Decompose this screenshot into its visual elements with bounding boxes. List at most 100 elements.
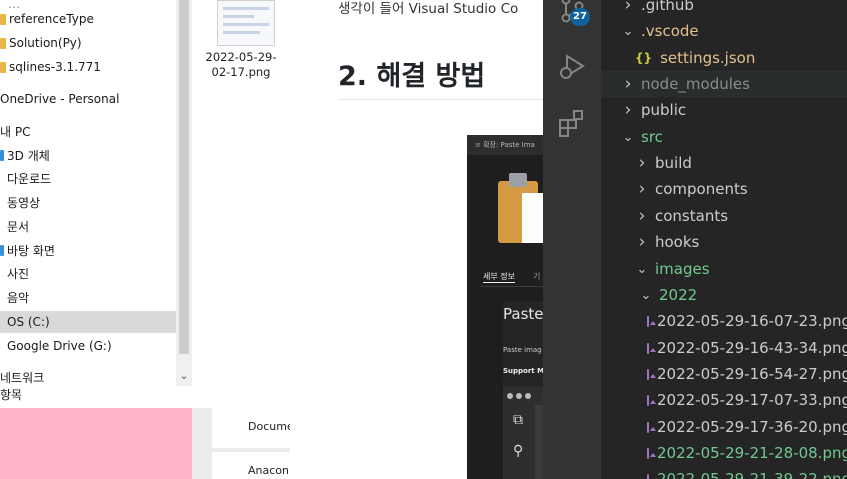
tree-item-label: settings.json <box>660 49 756 67</box>
file-name-line1: 2022-05-29- <box>205 50 277 64</box>
tree-item-vscode[interactable]: ⌄ .vscode <box>601 18 847 44</box>
nav-item-label: 사진 <box>7 266 30 281</box>
tree-item-label: 2022-05-29-21-28-08.png <box>657 444 847 462</box>
chevron-right-icon: › <box>624 0 632 15</box>
nav-item-onedrive[interactable]: OneDrive - Personal <box>0 88 119 110</box>
image-file-icon <box>647 473 656 479</box>
clipboard-clip-icon <box>509 173 527 187</box>
tree-item-label: 2022-05-29-16-07-23.png <box>657 312 847 330</box>
explorer-navigation-pane: ⋯ referenceType Solution(Py) sqlines-3.1… <box>0 0 192 408</box>
extensions-icon[interactable] <box>553 104 591 142</box>
chevron-right-icon: › <box>638 179 646 199</box>
status-item-count-label: 항목 <box>0 388 23 402</box>
cube-icon <box>0 149 4 161</box>
image-file-thumbnail[interactable] <box>217 0 275 46</box>
nav-item-desktop[interactable]: 바탕 화면 <box>0 239 55 261</box>
chevron-down-icon: ⌄ <box>622 129 634 145</box>
desktop-icon <box>0 244 4 256</box>
tree-item-constants[interactable]: › constants <box>601 203 847 229</box>
image-file-icon <box>647 421 656 433</box>
tree-item-label: 2022-05-29-17-07-33.png <box>657 391 847 409</box>
folder-icon <box>0 61 6 73</box>
tree-item-public[interactable]: › public <box>601 97 847 123</box>
vscode-activity-bar <box>543 0 601 479</box>
tree-item-images[interactable]: ⌄ images <box>601 256 847 282</box>
run-and-debug-icon[interactable] <box>553 47 591 85</box>
explorer-scrollbar-thumb[interactable] <box>179 0 189 354</box>
tree-item-components[interactable]: › components <box>601 176 847 202</box>
source-control-badge: 27 <box>570 8 590 26</box>
desktop-item-anaconda[interactable]: Anacon <box>212 452 290 479</box>
tree-item-github[interactable]: › .github <box>601 0 847 18</box>
nav-item-pictures[interactable]: 사진 <box>0 262 29 284</box>
tree-item-2022-05-29-16-43-34-png[interactable]: 2022-05-29-16-43-34.png <box>601 335 847 361</box>
nav-item-label: OneDrive - Personal <box>0 92 120 106</box>
nav-item-3d-objects[interactable]: 3D 개체 <box>0 144 50 166</box>
nav-item-solution-py[interactable]: Solution(Py) <box>0 32 82 54</box>
nav-item-os-c[interactable]: OS (C:) <box>0 311 176 333</box>
screenshot-titlebar: ≡ 확장: Paste Ima <box>467 135 543 155</box>
tree-item-2022-05-29-17-36-20-png[interactable]: 2022-05-29-17-36-20.png <box>601 414 847 440</box>
paper-icon <box>522 193 543 243</box>
nav-item-downloads[interactable]: 다운로드 <box>0 167 51 189</box>
blog-article: 생각이 들어 Visual Studio Co 2. 해결 방법 ≡ 확장: P… <box>290 0 543 479</box>
nav-item-label: OS (C:) <box>7 315 50 329</box>
tree-item-2022[interactable]: ⌄ 2022 <box>601 282 847 308</box>
image-file-icon <box>647 342 656 354</box>
nav-item-music[interactable]: 음악 <box>0 286 29 308</box>
tree-item-build[interactable]: › build <box>601 150 847 176</box>
chevron-down-icon[interactable]: ⌄ <box>176 368 192 384</box>
tree-item-label: .vscode <box>641 22 699 40</box>
article-paragraph: 생각이 들어 Visual Studio Co <box>338 1 519 17</box>
drive-icon <box>0 316 4 328</box>
screenshot-extension-description: Paste imag <box>503 346 542 354</box>
nav-item-label: 네트워크 <box>0 370 45 385</box>
tree-item-label: hooks <box>655 233 700 251</box>
tree-item-2022-05-29-21-39-22-png[interactable]: 2022-05-29-21-39-22.png <box>601 466 847 479</box>
chevron-down-icon: ⌄ <box>622 23 634 39</box>
tree-item-settings-json[interactable]: {} settings.json <box>601 45 847 71</box>
desktop: ⋯ referenceType Solution(Py) sqlines-3.1… <box>0 0 847 479</box>
tree-item-hooks[interactable]: › hooks <box>601 229 847 255</box>
tree-item-label: public <box>641 101 687 119</box>
nav-item-label: 동영상 <box>7 195 41 210</box>
nav-item-google-drive[interactable]: Google Drive (G:) <box>0 335 112 357</box>
nav-item-label: Google Drive (G:) <box>7 339 112 353</box>
screenshot-editor-strip <box>535 405 543 479</box>
chevron-right-icon: › <box>638 206 646 226</box>
tree-item-label: build <box>655 154 692 172</box>
nav-item-sqlines[interactable]: sqlines-3.1.771 <box>0 56 101 78</box>
tree-item-2022-05-29-16-54-27-png[interactable]: 2022-05-29-16-54-27.png <box>601 361 847 387</box>
chevron-right-icon: › <box>624 74 632 94</box>
tree-item-src[interactable]: ⌄ src <box>601 124 847 150</box>
tree-item-label: node_modules <box>641 75 750 93</box>
folder-icon <box>0 37 6 49</box>
nav-item-network[interactable]: 네트워크 <box>0 366 44 388</box>
tree-item-label: images <box>655 260 710 278</box>
desktop-item-documents[interactable]: Docume <box>212 408 290 448</box>
tree-item-2022-05-29-21-28-08-png[interactable]: 2022-05-29-21-28-08.png <box>601 440 847 466</box>
chevron-right-icon: › <box>624 100 632 120</box>
video-icon <box>0 196 4 208</box>
folder-icon <box>0 13 6 25</box>
nav-item-this-pc[interactable]: 내 PC <box>0 120 30 142</box>
file-name-line2: 02-17.png <box>211 65 271 79</box>
heading-divider <box>338 99 543 100</box>
tree-item-2022-05-29-17-07-33-png[interactable]: 2022-05-29-17-07-33.png <box>601 387 847 413</box>
nav-item-label: Solution(Py) <box>9 36 82 50</box>
image-file-icon <box>647 315 656 327</box>
nav-item-referencetype[interactable]: referenceType <box>0 8 94 30</box>
nav-item-documents[interactable]: 문서 <box>0 215 29 237</box>
image-file-icon <box>647 368 656 380</box>
screenshot-tab-next: 기 <box>533 272 541 281</box>
tree-item-2022-05-29-16-07-23-png[interactable]: 2022-05-29-16-07-23.png <box>601 308 847 334</box>
tree-item-node-modules[interactable]: › node_modules <box>601 71 847 97</box>
download-icon <box>0 172 4 184</box>
tree-item-label: constants <box>655 207 729 225</box>
screenshot-support-label: Support M <box>503 367 543 375</box>
copy-icon: ⧉ <box>513 412 523 428</box>
nav-item-videos[interactable]: 동영상 <box>0 191 40 213</box>
screenshot-divider <box>479 286 543 287</box>
json-file-icon: {} <box>635 51 653 65</box>
article-heading: 2. 해결 방법 <box>338 61 486 92</box>
